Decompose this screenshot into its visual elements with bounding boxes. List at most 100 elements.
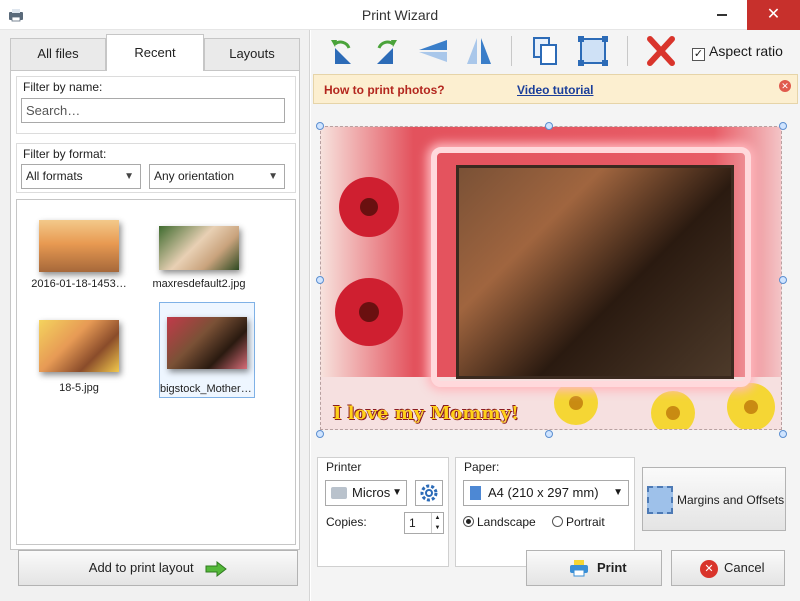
flip-horizontal-icon[interactable] <box>461 34 497 68</box>
red-flower-icon <box>339 177 399 237</box>
chevron-down-icon: ▼ <box>613 487 623 498</box>
resize-handle[interactable] <box>545 430 553 438</box>
aspect-ratio-checkbox[interactable]: ✓ Aspect ratio <box>692 43 783 61</box>
page-icon <box>470 486 481 500</box>
chevron-down-icon: ▼ <box>124 171 134 182</box>
chevron-down-icon: ▼ <box>268 171 278 182</box>
tab-all-files[interactable]: All files <box>10 38 106 70</box>
portrait-radio[interactable]: Portrait <box>552 515 605 529</box>
cancel-label: Cancel <box>724 560 765 575</box>
margins-and-offsets-button[interactable]: Margins and Offsets <box>642 467 786 531</box>
resize-handle[interactable] <box>545 122 553 130</box>
resize-handle[interactable] <box>779 430 787 438</box>
toolbar-separator <box>627 36 628 66</box>
gear-icon <box>420 484 438 502</box>
format-select-value: All formats <box>26 169 83 183</box>
paper-size-value: A4 (210 x 297 mm) <box>488 485 599 500</box>
file-item[interactable]: 2016-01-18-1453… <box>31 206 127 302</box>
printer-select[interactable]: Micros ▼ <box>325 480 407 506</box>
printer-label: Printer <box>326 460 362 474</box>
landscape-radio[interactable]: Landscape <box>463 515 536 529</box>
photo-thumbnail <box>39 320 119 372</box>
arrow-right-icon <box>205 560 228 577</box>
file-caption: maxresdefault2.jpg <box>152 278 246 290</box>
margins-icon <box>647 486 673 514</box>
file-item[interactable]: 18-5.jpg <box>31 310 127 406</box>
flip-vertical-icon[interactable] <box>415 34 451 68</box>
frame-caption: I love my Mommy! <box>333 403 519 424</box>
paper-label: Paper: <box>464 460 500 474</box>
printer-settings-button[interactable] <box>415 480 443 506</box>
printer-select-value: Micros <box>352 485 391 500</box>
photo-thumbnail <box>159 226 239 270</box>
print-label: Print <box>597 560 627 575</box>
red-flower-icon <box>335 278 403 346</box>
file-caption: 18-5.jpg <box>59 382 99 394</box>
print-preview-panel: ✓ Aspect ratio How to print photos? Video… <box>311 30 800 601</box>
file-caption: 2016-01-18-1453… <box>31 278 127 290</box>
file-item[interactable]: maxresdefault2.jpg <box>151 206 247 302</box>
rotate-right-icon[interactable] <box>367 34 403 68</box>
add-to-print-layout-button[interactable]: Add to print layout <box>18 550 298 586</box>
aspect-ratio-label: Aspect ratio <box>709 43 783 59</box>
printer-icon <box>331 487 347 499</box>
how-to-print-link[interactable]: How to print photos? <box>324 83 445 97</box>
copies-label: Copies: <box>326 515 367 529</box>
file-thumbnail-list: 2016-01-18-1453… maxresdefault2.jpg 18-5… <box>16 199 296 545</box>
resize-handle[interactable] <box>779 122 787 130</box>
checkbox-checked-icon: ✓ <box>692 48 705 61</box>
radio-unselected-icon <box>552 516 563 527</box>
image-toolbar: ✓ Aspect ratio <box>311 30 800 72</box>
filter-by-name-label: Filter by name: <box>23 80 103 94</box>
cancel-icon: ✕ <box>700 560 718 578</box>
file-item-selected[interactable]: bigstock_Mother_… <box>159 302 256 398</box>
filter-by-format-label: Filter by format: <box>23 147 107 161</box>
toolbar-separator <box>511 36 512 66</box>
close-icon[interactable]: ✕ <box>779 80 791 92</box>
browser-tabs: All files Recent Layouts <box>10 34 300 71</box>
filter-by-format-group: Filter by format: All formats ▼ Any orie… <box>16 143 296 193</box>
chevron-down-icon: ▼ <box>392 487 402 498</box>
title-bar: Print Wizard ✕ <box>0 0 800 30</box>
copies-stepper[interactable]: 1 ▲ ▼ <box>404 512 444 534</box>
file-caption: bigstock_Mother_… <box>160 383 256 395</box>
window-title: Print Wizard <box>361 7 439 23</box>
print-button[interactable]: Print <box>526 550 662 586</box>
fit-to-frame-icon[interactable] <box>575 34 611 68</box>
resize-handle[interactable] <box>779 276 787 284</box>
resize-handle[interactable] <box>316 276 324 284</box>
photo-thumbnail <box>39 220 119 272</box>
landscape-label: Landscape <box>477 515 536 529</box>
rotate-left-icon[interactable] <box>325 34 361 68</box>
search-input[interactable] <box>21 98 285 123</box>
portrait-label: Portrait <box>566 515 605 529</box>
margins-label: Margins and Offsets <box>677 493 785 507</box>
yellow-flower-icon <box>727 383 775 429</box>
tab-recent[interactable]: Recent <box>106 34 204 71</box>
printer-icon <box>570 560 588 577</box>
printer-group: Printer Micros ▼ Copies: 1 ▲ ▼ <box>317 457 449 567</box>
orientation-select[interactable]: Any orientation ▼ <box>149 164 285 189</box>
copies-value: 1 <box>409 516 416 530</box>
close-window-button[interactable]: ✕ <box>747 0 800 30</box>
yellow-flower-icon <box>554 381 598 425</box>
printed-page: I love my Mommy! <box>320 126 782 430</box>
format-select[interactable]: All formats ▼ <box>21 164 141 189</box>
minimize-button[interactable] <box>700 0 746 30</box>
layout-preview[interactable]: I love my Mommy! <box>316 119 793 443</box>
add-to-print-layout-label: Add to print layout <box>88 560 194 575</box>
resize-handle[interactable] <box>316 430 324 438</box>
delete-icon[interactable] <box>643 34 679 68</box>
video-tutorial-link[interactable]: Video tutorial <box>517 83 593 97</box>
resize-handle[interactable] <box>316 122 324 130</box>
cancel-button[interactable]: ✕ Cancel <box>671 550 785 586</box>
placed-photo[interactable] <box>456 165 734 379</box>
spin-arrows-icon[interactable]: ▲ ▼ <box>431 513 443 533</box>
recent-tab-content: Filter by name: Filter by format: All fo… <box>10 70 300 550</box>
orientation-select-value: Any orientation <box>154 169 235 183</box>
duplicate-icon[interactable] <box>527 34 563 68</box>
tab-layouts[interactable]: Layouts <box>204 38 300 70</box>
paper-size-select[interactable]: A4 (210 x 297 mm) ▼ <box>463 480 629 506</box>
file-browser-panel: All files Recent Layouts Filter by name:… <box>0 30 310 601</box>
photo-thumbnail <box>167 317 247 369</box>
